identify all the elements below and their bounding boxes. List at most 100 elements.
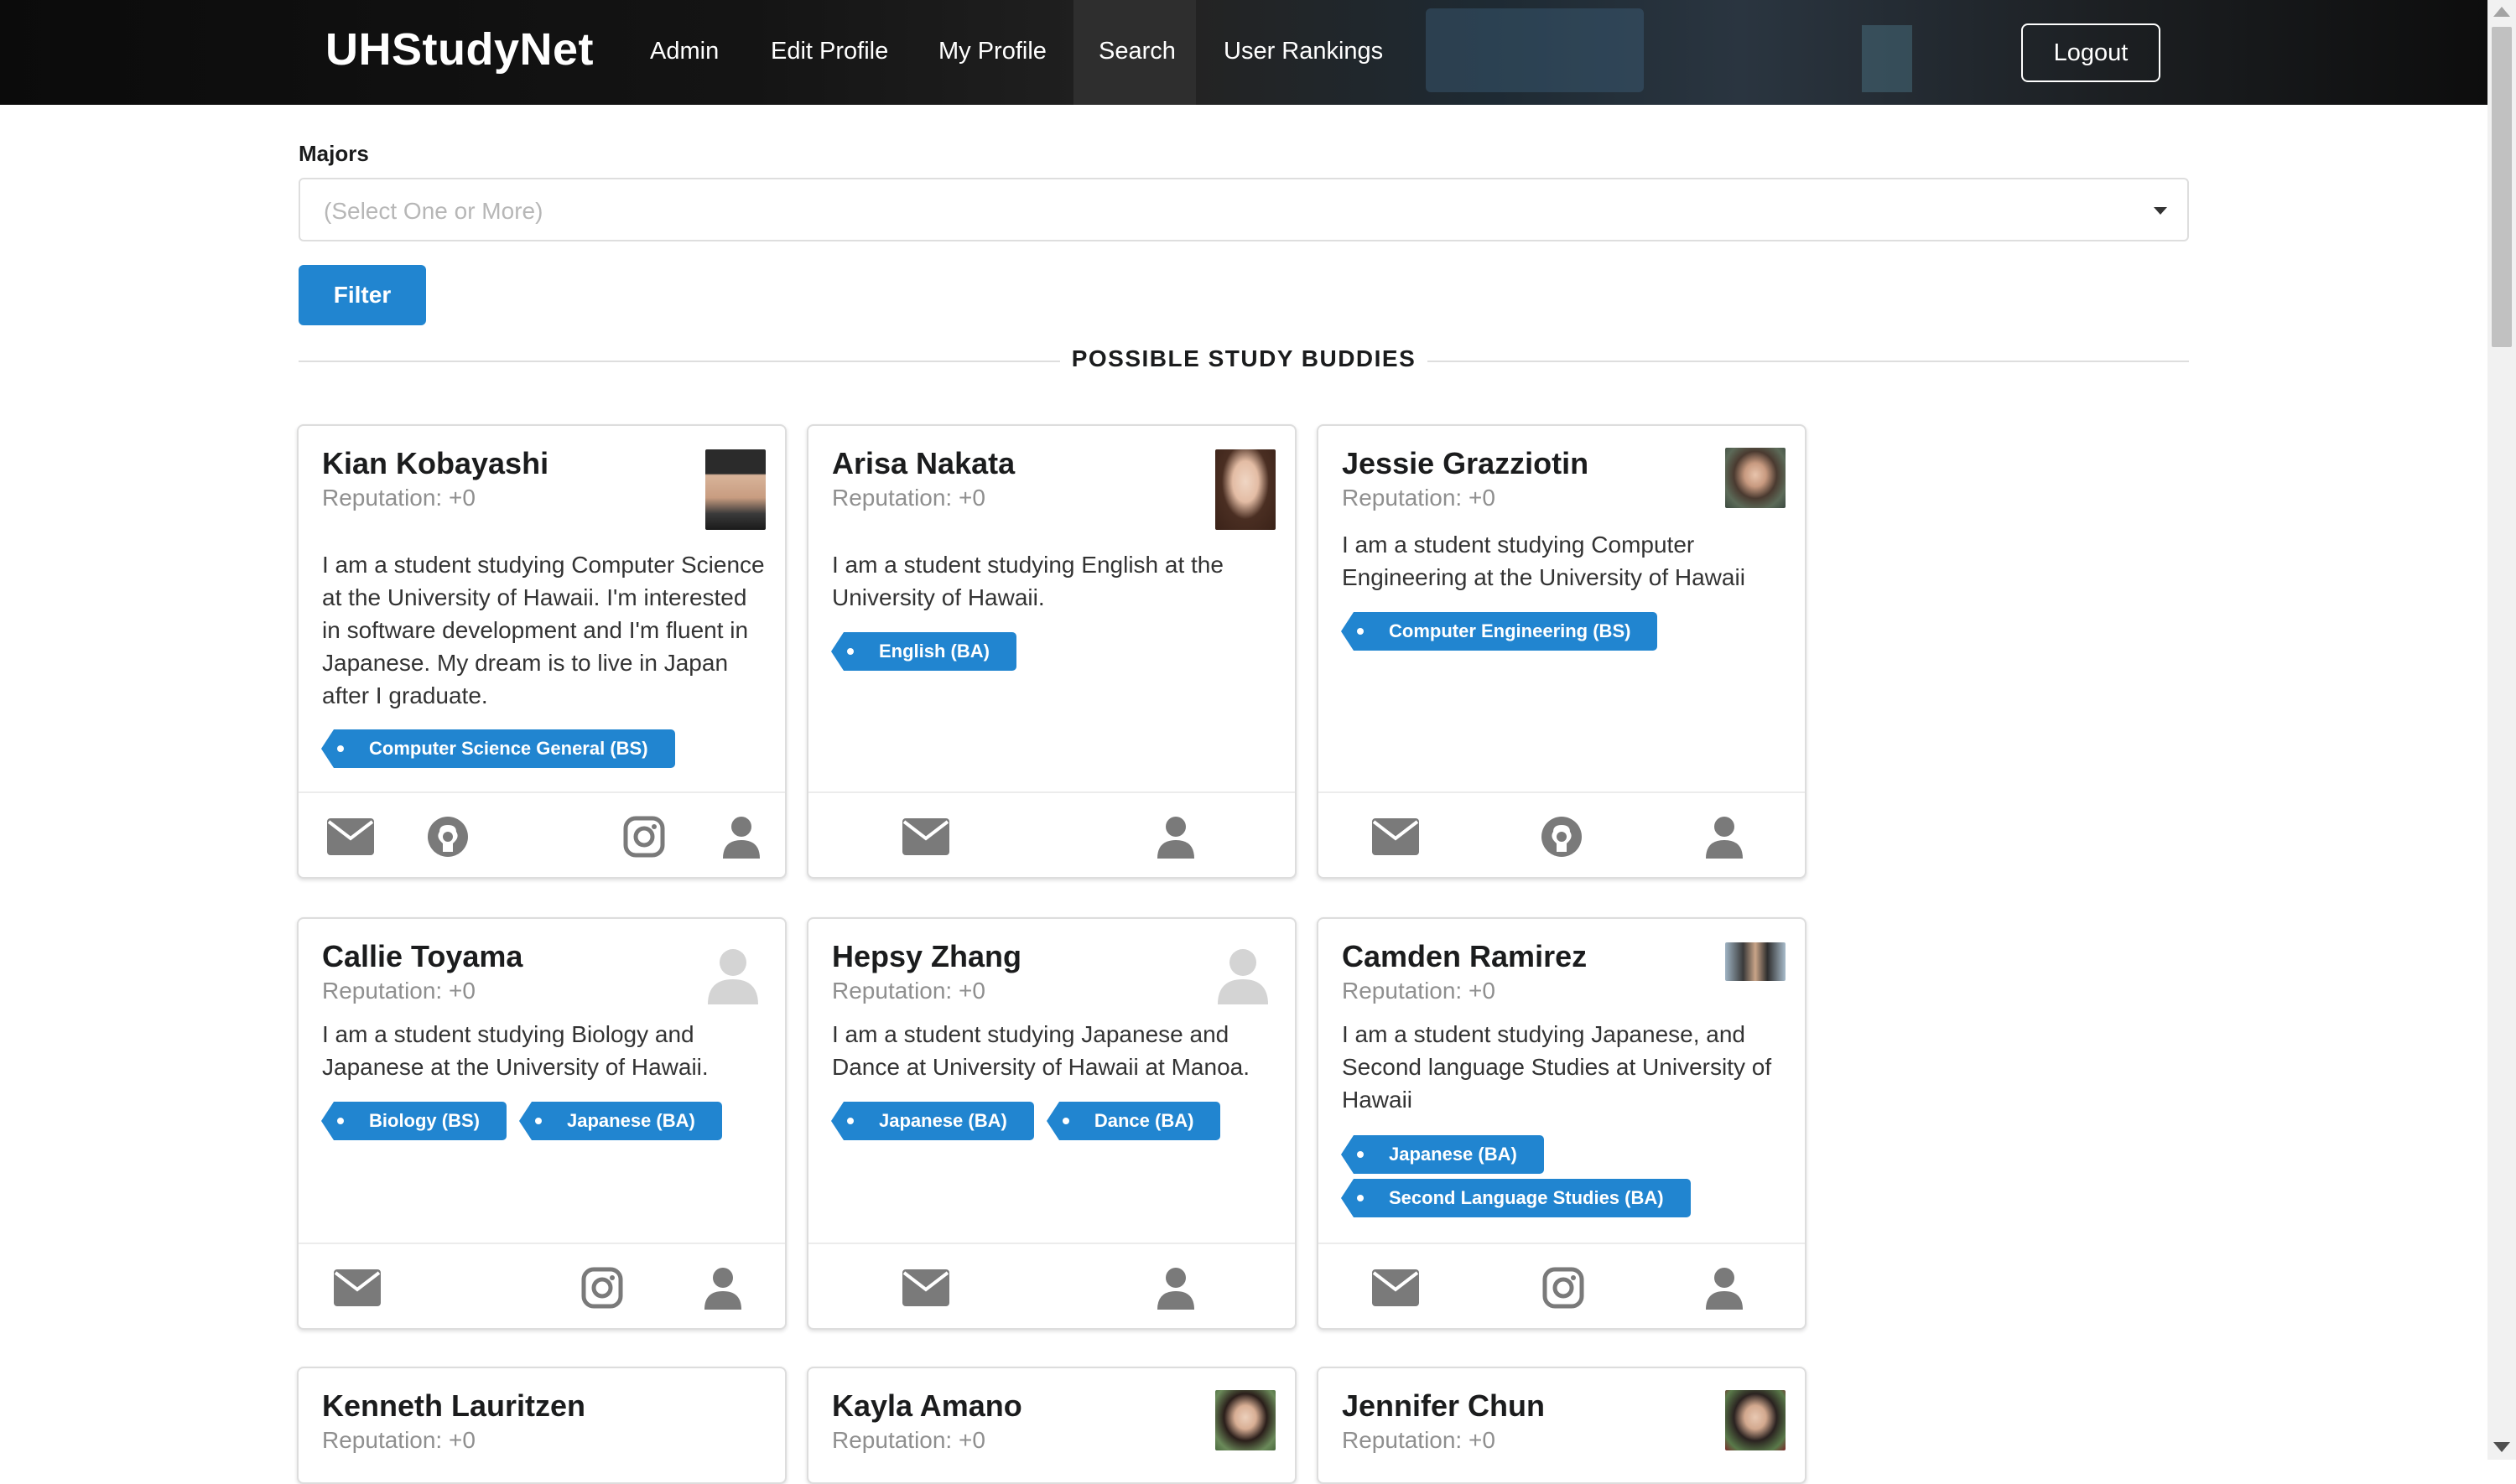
profile-description: I am a student studying Japanese, and Se… <box>1342 1021 1772 1113</box>
major-tag: Japanese (BA) <box>831 1102 1034 1140</box>
profile-name[interactable]: Camden Ramirez <box>1342 939 1587 974</box>
mail-icon[interactable] <box>1372 815 1419 859</box>
profile-name[interactable]: Jessie Grazziotin <box>1342 446 1588 481</box>
github-icon[interactable] <box>424 815 471 859</box>
profile-name[interactable]: Arisa Nakata <box>832 446 1015 481</box>
profile-card: Jessie Grazziotin Reputation: +0 I am a … <box>1317 424 1806 879</box>
profile-card: Kayla Amano Reputation: +0 <box>807 1367 1297 1484</box>
card-footer <box>299 791 785 877</box>
major-tag: Japanese (BA) <box>1341 1135 1544 1174</box>
profile-reputation: Reputation: +0 <box>1342 1427 1495 1453</box>
profile-reputation: Reputation: +0 <box>322 485 476 511</box>
profile-description: I am a student studying English at the U… <box>832 552 1224 610</box>
major-tag: English (BA) <box>831 632 1016 671</box>
nav-item-search[interactable]: Search <box>1099 38 1176 65</box>
major-tags: Computer Engineering (BS) <box>1340 612 1795 657</box>
profile-reputation: Reputation: +0 <box>832 1427 985 1453</box>
major-tag: Biology (BS) <box>321 1102 507 1140</box>
profile-card: Kenneth Lauritzen Reputation: +0 <box>297 1367 787 1484</box>
profile-reputation: Reputation: +0 <box>832 485 985 511</box>
profile-name[interactable]: Hepsy Zhang <box>832 939 1021 974</box>
profile-reputation: Reputation: +0 <box>322 1427 476 1453</box>
major-tag: Computer Science General (BS) <box>321 729 675 768</box>
default-avatar-icon <box>1213 944 1273 1004</box>
section-divider-right <box>1427 361 2189 362</box>
majors-label: Majors <box>299 141 369 166</box>
section-divider-left <box>299 361 1060 362</box>
profile-name[interactable]: Kenneth Lauritzen <box>322 1388 585 1424</box>
profile-photo <box>1215 1390 1276 1450</box>
section-title: POSSIBLE STUDY BUDDIES <box>1071 345 1417 371</box>
mail-icon[interactable] <box>902 1266 949 1310</box>
brand-logo[interactable]: UHStudyNet <box>325 23 594 75</box>
nav-item-my-profile[interactable]: My Profile <box>938 38 1047 65</box>
mail-icon[interactable] <box>902 815 949 859</box>
profile-description: I am a student studying Japanese and Dan… <box>832 1021 1250 1080</box>
card-footer <box>1318 1243 1805 1328</box>
major-tags: English (BA) <box>831 632 1285 677</box>
card-footer <box>299 1243 785 1328</box>
filter-button[interactable]: Filter <box>299 265 426 325</box>
profile-reputation: Reputation: +0 <box>1342 978 1495 1004</box>
card-footer <box>1318 791 1805 877</box>
major-tags: Biology (BS) Japanese (BA) <box>321 1102 775 1147</box>
default-avatar-icon <box>703 944 763 1004</box>
card-footer <box>808 791 1295 877</box>
major-tags: Computer Science General (BS) <box>321 729 775 775</box>
scroll-down-arrow-icon[interactable] <box>2493 1442 2510 1452</box>
profile-photo <box>1215 449 1276 530</box>
major-tag: Computer Engineering (BS) <box>1340 612 1658 651</box>
user-icon[interactable] <box>1701 1266 1748 1310</box>
profile-card: Hepsy Zhang Reputation: +0 I am a studen… <box>807 917 1297 1330</box>
navbar-background-image-detail <box>1862 25 1912 92</box>
instagram-icon[interactable] <box>621 815 668 859</box>
profile-card: Jennifer Chun Reputation: +0 <box>1317 1367 1806 1484</box>
profile-photo <box>1725 942 1786 981</box>
navbar-background-image <box>1426 8 1644 92</box>
nav-item-user-rankings[interactable]: User Rankings <box>1224 38 1383 65</box>
profile-reputation: Reputation: +0 <box>832 978 985 1004</box>
nav-item-edit-profile[interactable]: Edit Profile <box>771 38 888 65</box>
card-footer <box>808 1243 1295 1328</box>
user-icon[interactable] <box>1152 1266 1199 1310</box>
github-icon[interactable] <box>1538 815 1585 859</box>
major-tags: Japanese (BA) Second Language Studies (B… <box>1341 1135 1795 1224</box>
profile-card: Kian Kobayashi Reputation: +0 I am a stu… <box>297 424 787 879</box>
logout-button[interactable]: Logout <box>2021 23 2160 82</box>
majors-multiselect[interactable]: (Select One or More) <box>299 178 2189 241</box>
instagram-icon[interactable] <box>1540 1266 1587 1310</box>
user-icon[interactable] <box>1152 815 1199 859</box>
mail-icon[interactable] <box>1372 1266 1419 1310</box>
mail-icon[interactable] <box>327 815 374 859</box>
profile-name[interactable]: Jennifer Chun <box>1342 1388 1545 1424</box>
major-tags: Japanese (BA) Dance (BA) <box>831 1102 1285 1147</box>
profile-card: Camden Ramirez Reputation: +0 I am a stu… <box>1317 917 1806 1330</box>
user-icon[interactable] <box>699 1266 746 1310</box>
profile-description: I am a student studying Biology and Japa… <box>322 1021 709 1080</box>
profile-name[interactable]: Callie Toyama <box>322 939 522 974</box>
dropdown-caret-icon[interactable] <box>2154 207 2167 215</box>
profile-photo <box>1725 1390 1786 1450</box>
user-icon[interactable] <box>1701 815 1748 859</box>
top-navbar: UHStudyNet Admin Edit Profile My Profile… <box>0 0 2487 105</box>
profile-card: Callie Toyama Reputation: +0 I am a stud… <box>297 917 787 1330</box>
major-tag: Second Language Studies (BA) <box>1341 1179 1691 1217</box>
profile-card: Arisa Nakata Reputation: +0 I am a stude… <box>807 424 1297 879</box>
scrollbar-thumb[interactable] <box>2492 27 2512 347</box>
user-icon[interactable] <box>718 815 765 859</box>
profile-reputation: Reputation: +0 <box>322 978 476 1004</box>
major-tag: Dance (BA) <box>1046 1102 1221 1140</box>
profile-reputation: Reputation: +0 <box>1342 485 1495 511</box>
major-tag: Japanese (BA) <box>519 1102 722 1140</box>
profile-name[interactable]: Kian Kobayashi <box>322 446 548 481</box>
majors-placeholder: (Select One or More) <box>324 198 543 224</box>
mail-icon[interactable] <box>334 1266 381 1310</box>
instagram-icon[interactable] <box>579 1266 626 1310</box>
nav-item-admin[interactable]: Admin <box>650 38 719 65</box>
profile-description: I am a student studying Computer Science… <box>322 552 765 708</box>
profile-name[interactable]: Kayla Amano <box>832 1388 1022 1424</box>
profile-photo <box>705 449 766 530</box>
profile-description: I am a student studying Computer Enginee… <box>1342 532 1745 590</box>
scroll-up-arrow-icon[interactable] <box>2493 7 2510 17</box>
profile-photo <box>1725 448 1786 508</box>
